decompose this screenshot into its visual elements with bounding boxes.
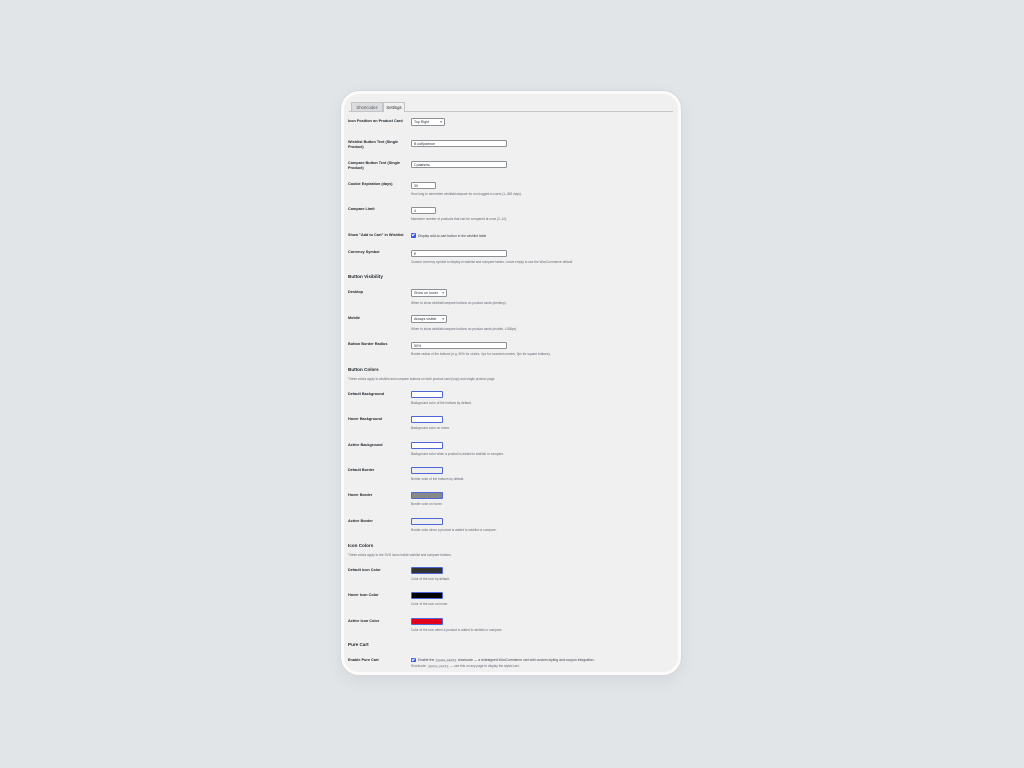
desktop-select[interactable]: Show on hover ▾ [411,289,447,297]
icon-colors-heading: Icon Colors [348,543,374,548]
hover-background-label: Hover Background [348,417,382,422]
pure-cart-label: Enable Pure Cart [348,658,379,662]
hover-border-desc: Border color on hover. [411,502,443,507]
hover-background-desc: Background color on hover. [411,426,450,431]
chevron-down-icon: ▾ [442,291,444,295]
active-icon-desc: Color of the icon when a product is adde… [411,627,503,632]
default-border-label: Default Border [348,467,375,472]
wishlist-text-input[interactable]: В избранное [411,140,507,147]
active-border-desc: Border color when a product is added to … [411,527,497,532]
hover-border-color-swatch[interactable] [411,492,443,500]
active-background-color-swatch[interactable] [411,441,443,449]
mobile-desc: When to show wishlist/compare buttons on… [411,327,518,331]
default-icon-label: Default Icon Color [348,568,381,572]
pure-cart-code: [pure_cart] [435,659,457,662]
compare-text-label: Compare Button Text (Single Product) [348,161,401,170]
button-colors-desc: These colors apply to wishlist and compa… [348,377,496,381]
compare-text-input[interactable]: Сравнить [411,161,507,168]
chevron-down-icon: ▾ [442,317,444,321]
currency-input[interactable]: ₽ [411,250,507,257]
currency-desc: Custom currency symbol to display in wis… [411,260,574,264]
active-border-label: Active Border [348,518,373,523]
icon-position-select[interactable]: Top Right ▾ [411,118,445,126]
desktop-value: Show on hover [414,291,438,295]
tab-settings[interactable]: Settings [383,102,405,112]
compare-limit-input[interactable]: 4 [411,207,436,214]
settings-screen: Shortcodes Settings Icon Position on Pro… [344,94,678,672]
mobile-value: Always visible [414,317,437,321]
currency-label: Currency Symbol [348,250,380,254]
chevron-down-icon: ▾ [440,120,442,124]
default-background-color-swatch[interactable] [411,391,443,398]
mobile-label: Mobile [348,316,361,320]
default-background-label: Default Background [348,392,385,396]
tab-shortcodes[interactable]: Shortcodes [351,102,383,111]
radius-desc: Border radius of the buttons (e.g. 50% f… [411,352,551,356]
icon-colors-desc: These colors apply to the SVG icons insi… [348,553,452,557]
tab-bar: Shortcodes Settings [349,100,673,112]
active-background-label: Active Background [348,442,383,447]
cookie-label: Cookie Expiration (days) [348,182,393,186]
hover-icon-desc: Color of the icon on hover. [411,602,449,607]
icon-position-value: Top Right [414,120,430,124]
pure-cart-heading: Pure Cart [348,642,369,647]
active-background-desc: Background color when a product is added… [411,451,505,456]
mobile-select[interactable]: Always visible ▾ [411,315,447,323]
tablet-frame: Shortcodes Settings Icon Position on Pro… [341,91,681,675]
hover-icon-color-swatch[interactable] [411,592,443,600]
show-add-to-cart-label: Show "Add to Cart" in Wishlist [348,233,404,237]
radius-label: Button Border Radius [348,342,388,346]
radius-input[interactable]: 50% [411,342,507,349]
default-border-color-swatch[interactable] [411,466,443,474]
desktop-label: Desktop [348,290,363,294]
icon-position-label: Icon Position on Product Card [348,119,403,123]
show-add-to-cart-checkbox-label: Display add-to-cart button in the wishli… [418,233,487,238]
pure-cart-code-2: [pure_cart] [427,665,450,668]
active-icon-color-swatch[interactable] [411,617,443,625]
default-icon-color-swatch[interactable] [411,567,443,574]
hover-icon-label: Hover Icon Color [348,593,379,598]
active-icon-label: Active Icon Color [348,618,380,623]
show-add-to-cart-checkbox[interactable] [411,233,416,238]
default-border-desc: Border color of the buttons by default. [411,476,465,481]
hover-background-color-swatch[interactable] [411,416,443,424]
compare-limit-label: Compare Limit [348,207,375,211]
button-colors-heading: Button Colors [348,367,379,372]
active-border-color-swatch[interactable] [411,517,443,525]
cookie-input[interactable]: 30 [411,182,436,189]
compare-limit-desc: Maximum number of products that can be c… [411,217,508,221]
wishlist-text-label: Wishlist Button Text (Single Product) [348,140,399,149]
default-icon-desc: Color of the icon by default. [411,577,450,581]
desktop-desc: When to show wishlist/compare buttons on… [411,301,507,305]
pure-cart-checkbox[interactable] [411,657,416,662]
hover-border-label: Hover Border [348,493,373,498]
pure-cart-shortcode-desc: Shortcode: [pure_cart] — use this on any… [411,664,520,668]
button-visibility-heading: Button Visibility [348,274,383,279]
cookie-desc: How long to remember wishlist/compare fo… [411,192,522,196]
default-background-desc: Background color of the buttons by defau… [411,401,472,405]
pure-cart-checkbox-label: Enable the [pure_cart] shortcode — a red… [418,658,595,662]
